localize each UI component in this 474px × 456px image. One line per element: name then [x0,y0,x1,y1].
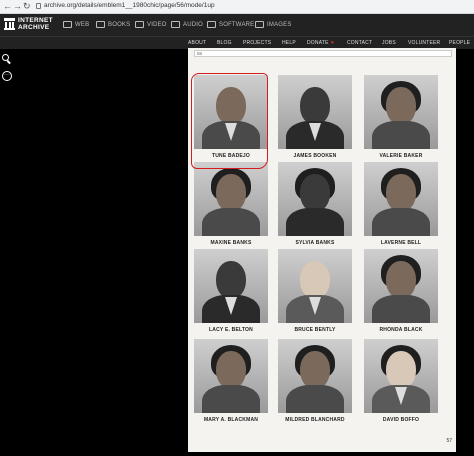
previous-page-strip[interactable]: 56 [194,50,452,57]
logo-line-1: INTERNET [18,17,53,24]
media-images[interactable]: IMAGES [255,21,292,28]
portrait-photo [364,75,438,149]
nav-jobs[interactable]: JOBS [382,40,396,46]
portrait-photo [364,162,438,236]
portrait-photo [278,75,352,149]
person-name: MILDRED BLANCHARD [285,417,345,423]
images-icon [255,21,264,28]
media-images-label: IMAGES [267,21,292,28]
address-bar[interactable]: archive.org/details/emblem1__1980chic/pa… [44,2,215,9]
forward-icon[interactable]: → [13,1,22,11]
portrait-photo [194,162,268,236]
web-icon [63,21,72,28]
more-icon[interactable]: ··· [2,71,12,81]
nav-volunteer[interactable]: VOLUNTEER [408,40,440,46]
media-video[interactable]: VIDEO [135,21,167,28]
heart-icon: ♥ [331,40,335,46]
person-name: LACY E. BELTON [209,327,253,333]
media-software[interactable]: SOFTWARE [207,21,254,28]
person-name: SYLVIA BANKS [295,240,335,246]
page-number: 57 [446,438,452,444]
person-name: MAXINE BANKS [210,240,252,246]
nav-projects[interactable]: PROJECTS [243,40,271,46]
portrait-photo [278,339,352,413]
nav-help[interactable]: HELP [282,40,296,46]
portrait-photo [194,249,268,323]
internet-archive-logo[interactable]: INTERNET ARCHIVE [4,17,53,31]
red-highlight-annotation [191,73,268,169]
person-name: BRUCE BENTLY [294,327,336,333]
nav-people[interactable]: PEOPLE [449,40,470,46]
media-audio-label: AUDIO [183,21,204,28]
nav-donate[interactable]: DONATE [307,40,329,46]
media-video-label: VIDEO [147,21,167,28]
logo-line-2: ARCHIVE [18,24,50,31]
reload-icon[interactable]: ↻ [23,1,31,12]
nav-contact[interactable]: CONTACT [347,40,372,46]
lock-icon [36,3,41,9]
person-name: VALERIE BAKER [379,153,423,159]
person-name: DAVID BOFFO [382,417,420,423]
media-books[interactable]: BOOKS [96,21,130,28]
site-header: INTERNET ARCHIVE WEB BOOKS VIDEO AUDIO S… [0,14,474,36]
portrait-photo [278,162,352,236]
archive-building-icon [4,18,15,30]
nav-blog[interactable]: BLOG [217,40,232,46]
media-audio[interactable]: AUDIO [171,21,203,28]
media-web[interactable]: WEB [63,21,89,28]
nav-about[interactable]: ABOUT [188,40,206,46]
back-icon[interactable]: ← [3,1,12,11]
media-web-label: WEB [75,21,90,28]
person-name: JAMES BOOKEN [293,153,337,159]
portrait-photo [194,339,268,413]
audio-icon [171,21,180,28]
books-icon [96,21,105,28]
portrait-photo [278,249,352,323]
person-name: LAVERNE BELL [380,240,422,246]
strip-page-label: 56 [197,51,203,56]
search-icon[interactable] [2,54,12,64]
software-icon [207,21,216,28]
portrait-photo [364,339,438,413]
portrait-photo [364,249,438,323]
media-software-label: SOFTWARE [219,21,255,28]
person-name: MARY A. BLACKMAN [203,417,259,423]
media-books-label: BOOKS [108,21,131,28]
browser-toolbar: ← → ↻ archive.org/details/emblem1__1980c… [0,0,474,14]
video-icon [135,21,144,28]
person-name: RHONDA BLACK [379,327,423,333]
